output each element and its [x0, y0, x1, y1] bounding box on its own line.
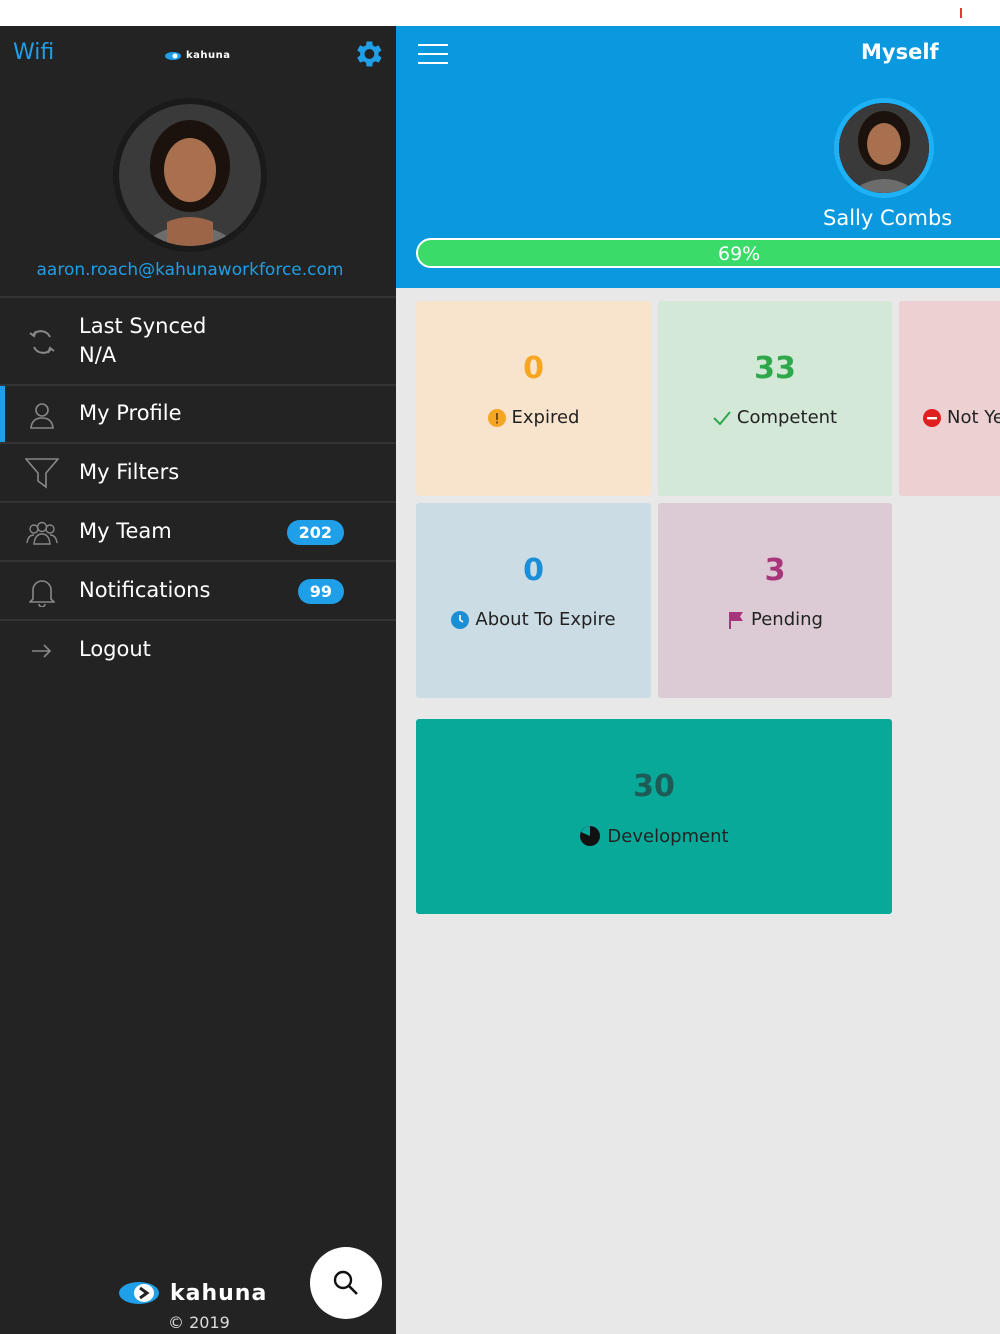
sidebar-item-label: Logout	[79, 637, 151, 661]
expired-label: Expired	[511, 407, 580, 428]
not-yet-label: Not Ye	[947, 407, 1000, 428]
user-name: Sally Combs	[823, 206, 953, 230]
pie-icon	[579, 825, 601, 847]
sync-icon	[24, 324, 60, 360]
not-yet-card[interactable]: Not Ye	[899, 301, 1000, 496]
status-bar	[0, 0, 1000, 26]
page-title: Myself	[861, 40, 939, 64]
wifi-status: Wifi	[13, 40, 55, 65]
development-label-row: Development	[416, 825, 892, 847]
progress-percentage: 69%	[718, 243, 761, 265]
sidebar-menu: Last Synced N/A My Profile My Filters My…	[0, 296, 396, 678]
logo-small-text: kahuna	[186, 50, 231, 61]
brand-name: kahuna	[170, 1280, 268, 1306]
user-avatar-photo	[839, 103, 929, 193]
avatar-photo	[119, 104, 261, 246]
bell-icon	[24, 574, 60, 610]
last-synced-title: Last Synced	[79, 314, 207, 338]
team-count-badge: 202	[286, 520, 344, 545]
gear-icon[interactable]	[351, 37, 385, 71]
about-to-expire-label-row: About To Expire	[416, 609, 651, 630]
expired-count: 0	[523, 351, 544, 386]
profile-header: Myself Sally Combs 69%	[396, 26, 1000, 288]
kahuna-logo-small: kahuna	[164, 50, 231, 61]
sidebar-item-last-synced[interactable]: Last Synced N/A	[0, 296, 396, 384]
sidebar-item-label: My Team	[79, 519, 172, 543]
filter-icon	[24, 455, 60, 491]
notifications-count-badge: 99	[297, 579, 344, 604]
about-to-expire-count: 0	[523, 553, 544, 588]
sidebar-item-my-profile[interactable]: My Profile	[0, 384, 396, 442]
person-icon	[24, 397, 60, 433]
kahuna-logo: kahuna	[118, 1280, 267, 1306]
check-icon	[713, 409, 731, 427]
sidebar-item-notifications[interactable]: Notifications 99	[0, 560, 396, 619]
arrow-right-icon	[24, 633, 60, 669]
hamburger-menu-icon[interactable]	[418, 44, 448, 66]
about-to-expire-label: About To Expire	[475, 609, 616, 630]
expired-card[interactable]: 0 Expired	[416, 301, 651, 496]
main-content: Myself Sally Combs 69% 0 Expired 33 Comp…	[396, 26, 1000, 1334]
sidebar-item-label: Notifications	[79, 578, 211, 602]
competent-label-row: Competent	[658, 407, 892, 428]
kahuna-logo-icon	[119, 1282, 159, 1304]
development-label: Development	[607, 825, 729, 847]
sidebar-item-my-filters[interactable]: My Filters	[0, 442, 396, 501]
pending-label-row: Pending	[658, 609, 892, 630]
pending-count: 3	[764, 553, 786, 588]
expired-label-row: Expired	[416, 407, 651, 428]
status-indicator	[960, 8, 962, 18]
sidebar-item-label: My Filters	[79, 460, 180, 484]
flag-icon	[727, 611, 745, 629]
profile-avatar[interactable]	[113, 98, 267, 252]
sidebar-item-logout[interactable]: Logout	[0, 619, 396, 678]
search-button[interactable]	[310, 1247, 382, 1319]
sidebar: Wifi kahuna aaron.roach@kahunaworkforce.…	[0, 26, 396, 1334]
sidebar-item-my-team[interactable]: My Team 202	[0, 501, 396, 560]
competency-progress-bar: 69%	[416, 238, 1000, 268]
pending-label: Pending	[751, 609, 823, 630]
team-icon	[24, 515, 60, 551]
last-synced-label: Last Synced N/A	[79, 312, 206, 370]
user-avatar[interactable]	[834, 98, 934, 198]
warning-icon	[487, 408, 506, 427]
competent-count: 33	[754, 351, 796, 386]
development-card[interactable]: 30 Development	[416, 719, 892, 914]
sidebar-header: Wifi kahuna	[0, 26, 396, 82]
minus-circle-icon	[923, 408, 941, 427]
kahuna-mark-icon	[165, 51, 181, 60]
last-synced-value: N/A	[79, 343, 117, 367]
competent-label: Competent	[736, 407, 838, 428]
competent-card[interactable]: 33 Competent	[658, 301, 892, 496]
not-yet-label-row: Not Ye	[899, 407, 1000, 428]
about-to-expire-card[interactable]: 0 About To Expire	[416, 503, 651, 698]
pending-card[interactable]: 3 Pending	[658, 503, 892, 698]
sidebar-item-label: My Profile	[79, 401, 182, 425]
copyright: © 2019	[168, 1313, 230, 1332]
development-count: 30	[633, 769, 675, 804]
clock-icon	[451, 610, 470, 629]
user-email[interactable]: aaron.roach@kahunaworkforce.com	[0, 260, 380, 280]
search-icon	[333, 1270, 358, 1295]
